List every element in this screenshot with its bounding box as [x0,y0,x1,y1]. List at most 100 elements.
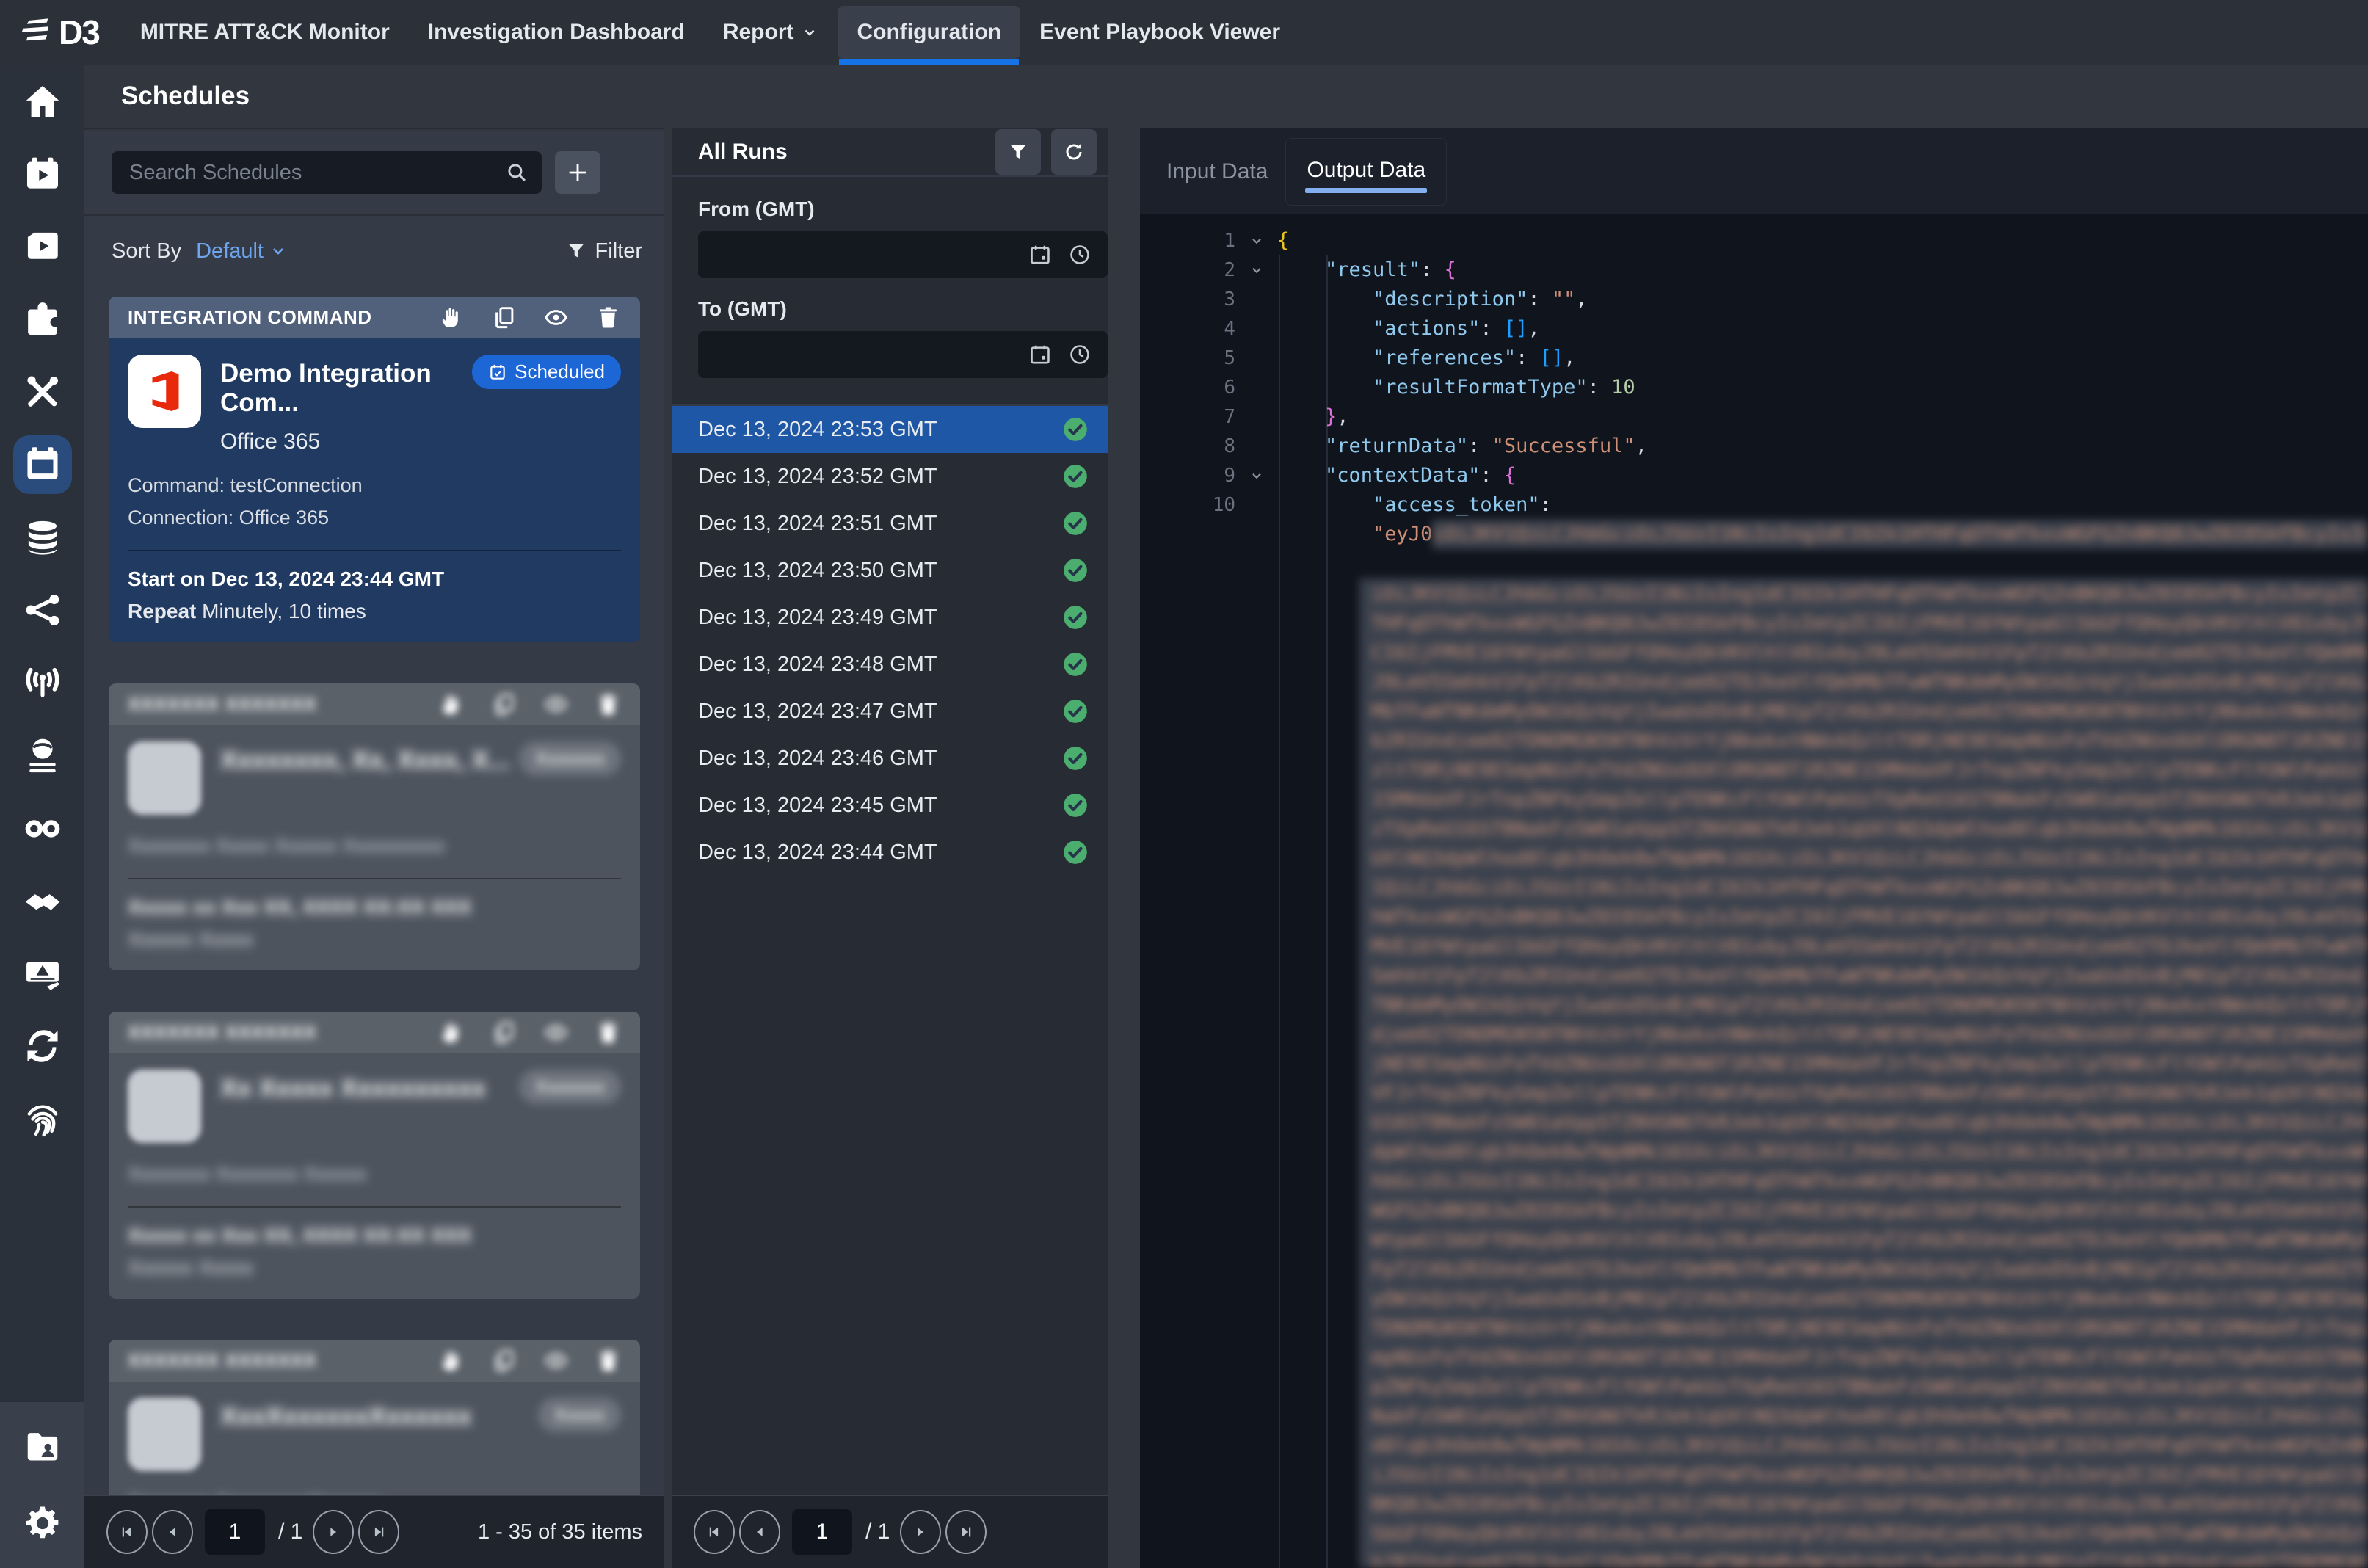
sidebar-item-incident-form-icon[interactable] [0,937,84,1009]
code-token: "references" [1373,344,1516,373]
check-circle-icon [1061,556,1089,584]
next-page-button[interactable] [900,1510,941,1554]
filter-button[interactable]: Filter [566,239,642,264]
run-row[interactable]: Dec 13, 2024 23:46 GMT [672,735,1108,782]
tab-output-data[interactable]: Output Data [1285,138,1447,206]
add-schedule-button[interactable] [555,151,600,194]
sidebar-item-investigate-icon[interactable] [0,791,84,864]
schedule-card-active[interactable]: INTEGRATION COMMAND Demo Integration Com… [109,297,640,642]
fold-chevron-icon[interactable] [1235,233,1277,249]
delete-icon[interactable] [595,305,621,330]
datasets-icon [22,517,63,558]
search-icon[interactable] [505,161,529,184]
code-line: 8 "returnData": "Successful", [1140,432,2368,461]
sidebar-item-home-icon[interactable] [0,65,84,137]
schedule-card-blurred[interactable]: XXXXXXX XXXXXXXXx Xxxxx XxxxxxxxxxXxxxxx… [109,1012,640,1299]
sidebar-item-playbook-icon[interactable] [0,210,84,283]
chevron-down-icon [269,242,287,260]
run-row[interactable]: Dec 13, 2024 23:47 GMT [672,688,1108,735]
first-page-button[interactable] [694,1510,735,1554]
nav-tab-event-playbook-viewer[interactable]: Event Playbook Viewer [1020,6,1299,59]
nav-tab-label: Event Playbook Viewer [1039,20,1280,45]
runs-filter-button[interactable] [995,129,1041,175]
copy-icon[interactable] [491,305,517,330]
sidebar-item-file-cabinet-icon[interactable] [0,1409,84,1485]
fold-chevron-icon[interactable] [1235,468,1277,484]
repeat-line: Xxxxxx Xxxxx [128,1256,621,1280]
code-token: , [1563,344,1575,373]
hand-icon [439,1020,465,1045]
next-page-button[interactable] [313,1510,354,1554]
nav-tab-configuration[interactable]: Configuration [838,6,1020,59]
runs-filters: From (GMT) To (GMT) [672,177,1108,378]
schedules-body: Sort By Default Filter INTEGRATION COMMA… [84,131,664,1568]
line-number: 10 [1140,490,1235,520]
sidebar-item-integrations-icon[interactable] [0,283,84,355]
to-datetime-input[interactable] [698,331,1108,378]
sidebar-item-handshake-icon[interactable] [0,864,84,937]
fold-chevron-icon[interactable] [1235,262,1277,278]
eye-icon[interactable] [543,305,569,330]
code-line: 4 "actions": [], [1140,314,2368,344]
prev-page-button[interactable] [152,1510,193,1554]
code-line: 5 "references": [], [1140,344,2368,373]
schedule-title: XxxXxxxxxxXxxxxxx [220,1402,472,1431]
from-datetime-input[interactable] [698,231,1108,278]
run-row[interactable]: Dec 13, 2024 23:45 GMT [672,782,1108,829]
redacted-token-block: iOiJKV1QiLCJhbGciOiJSUzI1NiIsIng1dCI6Ik1… [1359,578,2368,1568]
nav-tab-investigation-dashboard[interactable]: Investigation Dashboard [409,6,704,59]
page-number-input[interactable]: 1 [792,1509,852,1555]
nav-tab-report[interactable]: Report [704,6,838,59]
line-number: 2 [1140,255,1235,285]
sidebar-item-settings-gear-icon[interactable] [0,1485,84,1561]
page-number-input[interactable]: 1 [205,1509,265,1555]
start-line: Xxxxx xx Xxx XX, XXXX XX:XX XXX [128,896,621,919]
eye-icon [543,1020,569,1045]
tab-input-data[interactable]: Input Data [1149,159,1285,184]
incident-form-icon [22,953,63,994]
schedule-card-blurred[interactable]: XXXXXXX XXXXXXXXxxXxxxxxxXxxxxxxXxxxxXxx… [109,1340,640,1495]
search-row [84,131,664,216]
sidebar-item-fingerprint-icon[interactable] [0,1082,84,1155]
sidebar-item-event-scheduler-icon[interactable] [0,137,84,210]
card-action-icons [439,305,621,330]
run-row[interactable]: Dec 13, 2024 23:49 GMT [672,594,1108,641]
code-token: : [1516,344,1540,373]
json-output-editor[interactable]: 1{2 "result": {3 "description": "",4 "ac… [1140,214,2368,1568]
hand-icon[interactable] [439,305,465,330]
nav-tab-mitre-att-ck-monitor[interactable]: MITRE ATT&CK Monitor [121,6,409,59]
run-time: Dec 13, 2024 23:52 GMT [698,465,937,489]
check-circle-icon [1061,415,1089,443]
code-token: : [1468,432,1492,461]
search-input[interactable] [112,151,542,194]
first-page-button[interactable] [106,1510,148,1554]
prev-page-button[interactable] [739,1510,780,1554]
sidebar-item-schedules-calendar-icon[interactable] [0,428,84,501]
check-circle-icon [1061,603,1089,631]
copy-icon [491,1020,517,1045]
run-row[interactable]: Dec 13, 2024 23:51 GMT [672,500,1108,547]
card-detail-lines: Xxxxxxxx Xxxxxxxx Xxxxxx [128,1158,621,1190]
runs-refresh-button[interactable] [1051,129,1097,175]
schedule-card-blurred[interactable]: XXXXXXX XXXXXXXXxxxxxxx, Xx, Xxxx, X...X… [109,683,640,970]
run-time: Dec 13, 2024 23:45 GMT [698,794,937,818]
sidebar-item-listener-icon[interactable] [0,646,84,719]
sidebar-item-utility-commands-icon[interactable] [0,355,84,428]
last-page-button[interactable] [945,1510,987,1554]
sort-value-dropdown[interactable]: Default [196,239,287,264]
sidebar-item-connections-icon[interactable] [0,573,84,646]
sidebar-item-globe-report-icon[interactable] [0,719,84,791]
sidebar-item-datasets-icon[interactable] [0,501,84,573]
run-row[interactable]: Dec 13, 2024 23:52 GMT [672,453,1108,500]
run-row[interactable]: Dec 13, 2024 23:53 GMT [672,406,1108,453]
last-page-button[interactable] [358,1510,399,1554]
code-token: : [1540,490,1552,520]
code-token: } [1325,402,1337,432]
handshake-icon [22,880,63,921]
sidebar-item-sync-icon[interactable] [0,1009,84,1082]
runs-panel: All Runs From (GMT) To (GMT) Dec 13, 202… [672,128,1108,1568]
run-row[interactable]: Dec 13, 2024 23:50 GMT [672,547,1108,594]
run-row[interactable]: Dec 13, 2024 23:44 GMT [672,829,1108,876]
schedule-title: Xxxxxxxx, Xx, Xxxx, X... [220,746,510,775]
run-row[interactable]: Dec 13, 2024 23:48 GMT [672,641,1108,688]
